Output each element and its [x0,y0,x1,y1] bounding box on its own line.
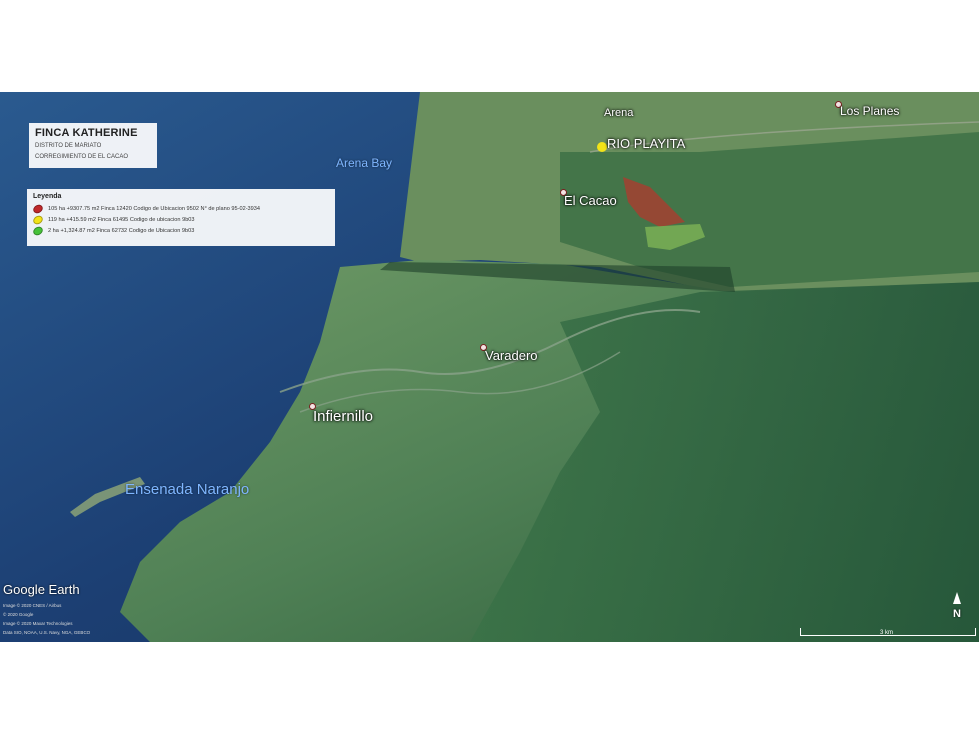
legend: Leyenda 105 ha +9307.75 m2 Finca 12420 C… [27,189,335,246]
scale-label: 3 km [880,630,894,636]
red-swatch-icon [31,202,45,215]
attribution-line: Image © 2020 Maxar Technologies [3,621,73,626]
place-el-cacao[interactable]: El Cacao [564,193,617,208]
green-swatch-icon [31,224,45,237]
north-label: N [953,608,961,620]
place-arena[interactable]: Arena [604,107,633,119]
legend-item: 119 ha +415.59 m2 Finca 61495 Codigo de … [31,213,329,226]
place-los-planes[interactable]: Los Planes [840,104,899,118]
district-line: DISTRITO DE MARIATO [35,143,102,149]
google-earth-logo: Google Earth [3,582,80,597]
legend-heading: Leyenda [33,193,62,200]
place-ensenada-naranjo[interactable]: Ensenada Naranjo [125,481,249,498]
map-terrain [0,92,979,642]
corregimiento-line: CORREGIMIENTO DE EL CACAO [35,154,129,160]
legend-item: 105 ha +9307.75 m2 Finca 12420 Codigo de… [31,202,329,215]
title-box: FINCA KATHERINE DISTRITO DE MARIATO CORR… [29,123,157,168]
attribution-line: Image © 2020 CNES / Airbus [3,603,62,608]
attribution-line: © 2020 Google [3,612,34,617]
place-rio-playita[interactable]: RIO PLAYITA [607,136,685,151]
legend-item-label: 119 ha +415.59 m2 Finca 61495 Codigo de … [48,216,195,223]
legend-item-label: 105 ha +9307.75 m2 Finca 12420 Codigo de… [48,205,261,212]
place-varadero[interactable]: Varadero [485,348,538,363]
yellow-swatch-icon [31,213,45,226]
north-arrow-icon[interactable]: N [949,592,965,622]
place-infiernillo[interactable]: Infiernillo [313,408,373,425]
map-title: FINCA KATHERINE [35,127,138,139]
satellite-map[interactable] [0,92,979,642]
place-arena-bay[interactable]: Arena Bay [336,156,392,170]
legend-item-label: 2 ha +1,324.87 m2 Finca 62732 Codigo de … [48,227,195,234]
legend-item: 2 ha +1,324.87 m2 Finca 62732 Codigo de … [31,224,329,237]
parcel-yellow[interactable] [597,142,607,152]
attribution-line: Data SIO, NOAA, U.S. Navy, NGA, GEBCO [3,630,91,635]
arrow-up-icon [953,592,961,604]
